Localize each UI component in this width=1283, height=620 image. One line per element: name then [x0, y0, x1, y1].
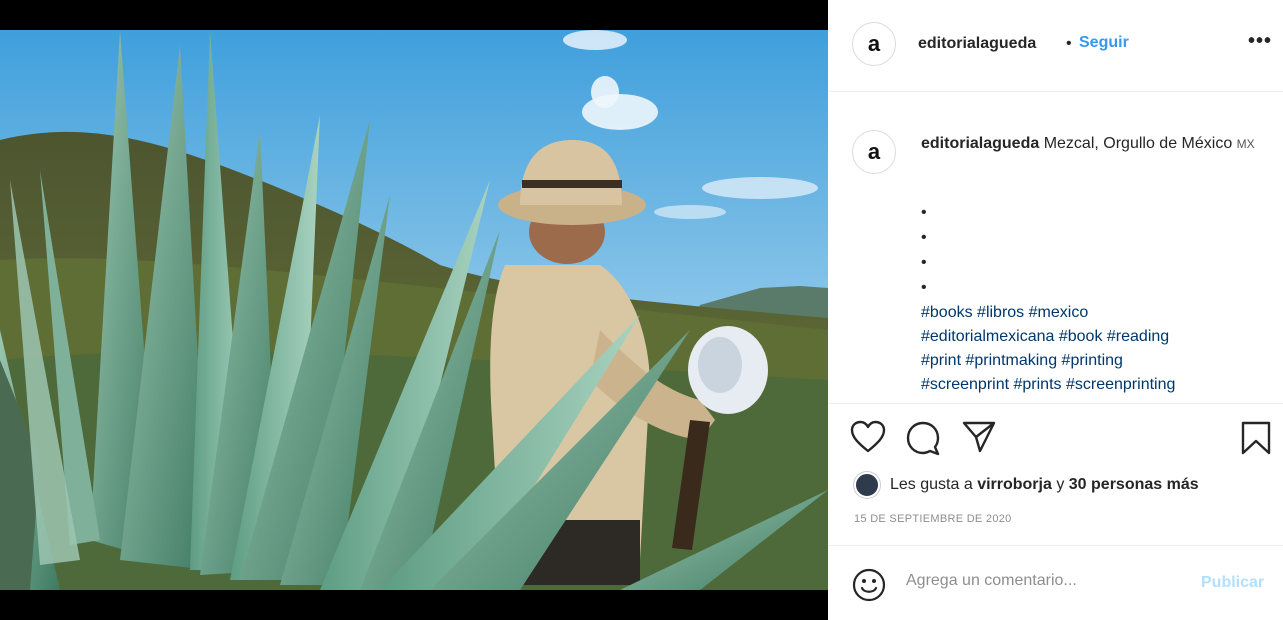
hashtag[interactable]: #libros	[977, 304, 1024, 321]
liker-username[interactable]: virroborja	[977, 476, 1052, 494]
hashtag-line: #editorialmexicana #book #reading	[921, 325, 1271, 349]
likes-prefix: Les gusta a	[890, 476, 973, 493]
hashtag[interactable]: #editorialmexicana	[921, 328, 1054, 345]
caption-section: a editorialagueda Mezcal, Orgullo de Méx…	[828, 92, 1283, 404]
caption-body: Mezcal, Orgullo de México	[1039, 135, 1237, 152]
hashtag[interactable]: #prints	[1014, 376, 1062, 393]
liker-avatar[interactable]	[854, 472, 880, 498]
post-header: a editorialagueda • Seguir •••	[828, 0, 1283, 92]
follow-button[interactable]: Seguir	[1079, 34, 1129, 52]
hashtag[interactable]: #printing	[1062, 352, 1123, 369]
bookmark-icon[interactable]	[1240, 420, 1272, 461]
caption-bullets: • • • •	[921, 200, 927, 300]
hashtag[interactable]: #print	[921, 352, 961, 369]
bullet: •	[921, 254, 927, 271]
header-username[interactable]: editorialagueda	[918, 35, 1036, 53]
post-date: 15 DE SEPTIEMBRE DE 2020	[854, 513, 1012, 525]
smiley-icon[interactable]	[852, 568, 886, 607]
comment-bar: Publicar	[828, 545, 1283, 620]
hashtag[interactable]: #screenprinting	[1066, 376, 1175, 393]
bullet: •	[921, 229, 927, 246]
likes-summary[interactable]: Les gusta a virroborja y 30 personas más	[854, 470, 1274, 500]
comment-icon[interactable]	[905, 420, 941, 461]
more-options-icon[interactable]: •••	[1248, 30, 1272, 53]
post-side-panel: a editorialagueda • Seguir ••• a editori…	[828, 0, 1283, 620]
agave-photo	[0, 0, 828, 620]
caption-text: editorialagueda Mezcal, Orgullo de Méxic…	[921, 132, 1261, 156]
hashtag-line: #books #libros #mexico	[921, 301, 1271, 325]
paper-plane-icon[interactable]	[961, 420, 997, 459]
bullet: •	[921, 279, 927, 296]
hashtags: #books #libros #mexico #editorialmexican…	[921, 301, 1271, 397]
publish-button[interactable]: Publicar	[1201, 574, 1264, 592]
bullet: •	[921, 204, 927, 221]
mexico-flag-icon: MX	[1236, 137, 1255, 151]
comment-input[interactable]	[906, 572, 1186, 590]
caption-avatar[interactable]: a	[852, 130, 896, 174]
header-separator: •	[1066, 35, 1072, 52]
profile-avatar[interactable]: a	[852, 22, 896, 66]
hashtag-line: #screenprint #prints #screenprinting	[921, 373, 1271, 397]
likes-others[interactable]: 30 personas más	[1069, 476, 1199, 494]
hashtag[interactable]: #reading	[1107, 328, 1169, 345]
hashtag[interactable]: #printmaking	[965, 352, 1057, 369]
heart-icon[interactable]	[850, 420, 886, 459]
hashtag[interactable]: #mexico	[1029, 304, 1089, 321]
hashtag[interactable]: #book	[1059, 328, 1103, 345]
hashtag[interactable]: #books	[921, 304, 973, 321]
hashtag[interactable]: #screenprint	[921, 376, 1009, 393]
likes-middle: y	[1056, 476, 1065, 493]
action-bar	[828, 410, 1283, 470]
post-photo[interactable]	[0, 0, 828, 620]
caption-username[interactable]: editorialagueda	[921, 135, 1039, 152]
hashtag-line: #print #printmaking #printing	[921, 349, 1271, 373]
